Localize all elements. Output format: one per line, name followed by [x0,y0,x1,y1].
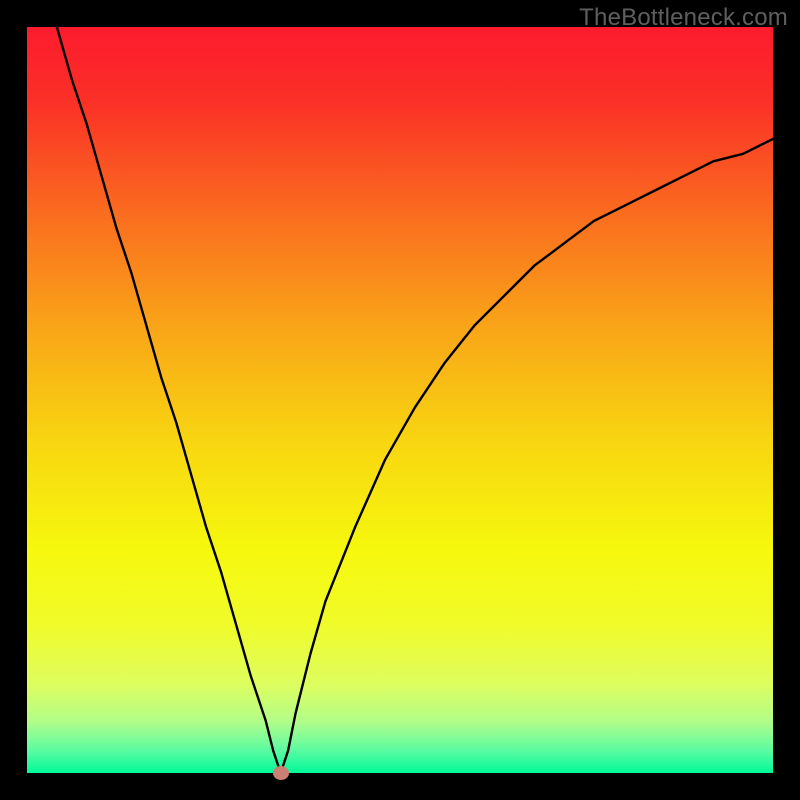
gradient-background [27,27,773,773]
optimal-point-marker [273,766,289,780]
chart-frame: TheBottleneck.com [0,0,800,800]
bottleneck-plot [27,27,773,773]
